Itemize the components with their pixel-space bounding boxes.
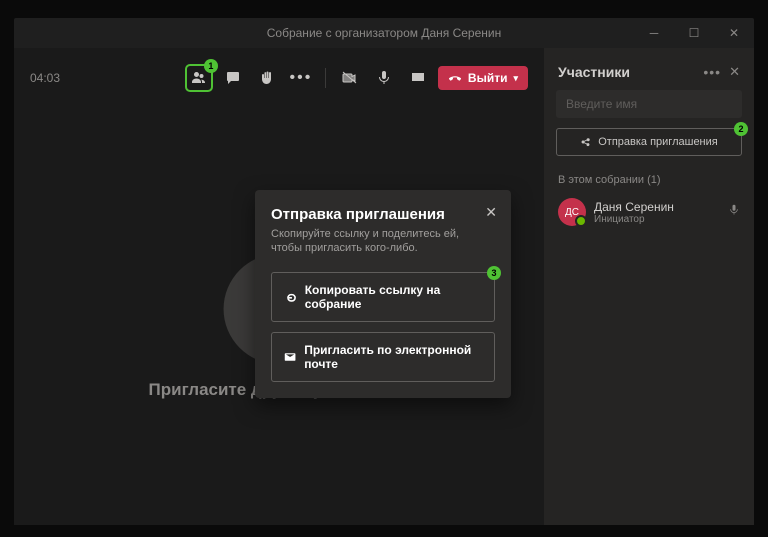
annotation-badge-1: 1 xyxy=(204,59,218,73)
chevron-down-icon: ▾ xyxy=(513,73,518,84)
annotation-badge-3: 3 xyxy=(487,266,501,280)
meeting-timer: 04:03 xyxy=(30,71,60,85)
titlebar: Собрание с организатором Даня Серенин ─ … xyxy=(14,18,754,48)
people-icon xyxy=(191,70,207,86)
participant-info: Даня Серенин Инициатор xyxy=(594,200,674,225)
share-invite-label: Отправка приглашения xyxy=(598,136,718,148)
copy-link-button[interactable]: Копировать ссылку на собрание 3 xyxy=(271,272,495,322)
share-invite-button[interactable]: Отправка приглашения 2 xyxy=(556,128,742,156)
panel-more-button[interactable]: ••• xyxy=(703,64,721,80)
mail-icon xyxy=(284,350,296,364)
mic-icon xyxy=(376,70,392,86)
modal-close-button[interactable]: ✕ xyxy=(485,204,497,221)
toolbar-divider xyxy=(325,68,326,88)
meeting-toolbar: 04:03 1 ••• xyxy=(14,60,544,96)
participant-row[interactable]: ДС Даня Серенин Инициатор xyxy=(544,192,754,232)
participant-avatar: ДС xyxy=(558,198,586,226)
leave-button[interactable]: Выйти ▾ xyxy=(438,66,528,90)
camera-button[interactable] xyxy=(336,64,364,92)
share-screen-button[interactable] xyxy=(404,64,432,92)
participant-search-input[interactable]: Введите имя xyxy=(556,90,742,118)
modal-subtitle: Скопируйте ссылку и поделитесь ей, чтобы… xyxy=(271,227,495,256)
share-tray-icon xyxy=(410,70,426,86)
participant-role: Инициатор xyxy=(594,214,674,225)
maximize-button[interactable]: ☐ xyxy=(674,18,714,48)
email-invite-label: Пригласить по электронной почте xyxy=(304,343,482,371)
window-controls: ─ ☐ ✕ xyxy=(634,18,754,48)
in-meeting-label: В этом собрании (1) xyxy=(544,168,754,192)
participants-panel: Участники ••• ✕ Введите имя Отправка при… xyxy=(544,48,754,525)
annotation-badge-2: 2 xyxy=(734,122,748,136)
link-icon xyxy=(284,290,297,304)
leave-label: Выйти xyxy=(468,71,508,85)
more-options-button[interactable]: ••• xyxy=(287,64,315,92)
hangup-icon xyxy=(448,71,462,85)
participant-mic-icon xyxy=(728,203,740,221)
minimize-button[interactable]: ─ xyxy=(634,18,674,48)
participants-button[interactable]: 1 xyxy=(185,64,213,92)
chat-button[interactable] xyxy=(219,64,247,92)
copy-link-label: Копировать ссылку на собрание xyxy=(305,283,482,311)
email-invite-button[interactable]: Пригласить по электронной почте xyxy=(271,332,495,382)
toolbar-icons: 1 ••• xyxy=(185,64,528,92)
share-icon xyxy=(580,136,592,148)
modal-title: Отправка приглашения xyxy=(271,206,495,223)
mic-button[interactable] xyxy=(370,64,398,92)
raise-hand-button[interactable] xyxy=(253,64,281,92)
dots-icon: ••• xyxy=(290,69,313,87)
window-title: Собрание с организатором Даня Серенин xyxy=(267,26,501,40)
participant-name: Даня Серенин xyxy=(594,200,674,214)
share-invite-modal: ✕ Отправка приглашения Скопируйте ссылку… xyxy=(255,190,511,398)
camera-off-icon xyxy=(342,70,358,86)
panel-close-button[interactable]: ✕ xyxy=(729,64,740,80)
panel-title: Участники xyxy=(558,64,703,80)
close-window-button[interactable]: ✕ xyxy=(714,18,754,48)
hand-icon xyxy=(259,70,275,86)
panel-header: Участники ••• ✕ xyxy=(544,48,754,90)
chat-icon xyxy=(225,70,241,86)
